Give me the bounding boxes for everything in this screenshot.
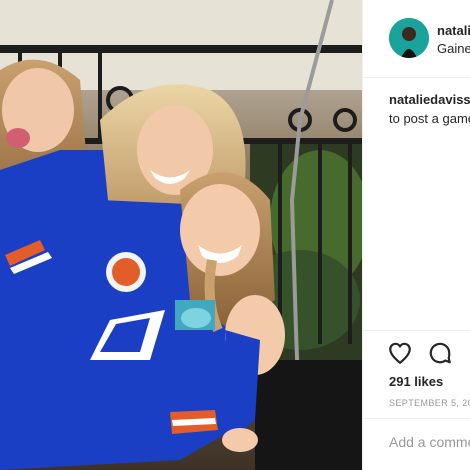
account-username[interactable]: nataliedavisss [437, 23, 470, 38]
avatar-image [389, 18, 429, 58]
post-photo[interactable] [0, 0, 362, 470]
actions-divider [363, 330, 470, 331]
post-location[interactable]: Gainesville [437, 41, 470, 56]
caption-text: to post a game [389, 111, 470, 126]
post-caption: nataliedavisss to post a game [389, 90, 470, 128]
profile-avatar[interactable] [389, 18, 429, 58]
caption-username[interactable]: nataliedavisss [389, 90, 470, 109]
post-header: nataliedavisss Gainesville [363, 0, 470, 78]
likes-count[interactable]: 291 likes [389, 374, 443, 389]
post-photo-image [0, 0, 362, 470]
add-comment-input[interactable] [389, 430, 470, 454]
post-side-panel: nataliedavisss Gainesville nataliedaviss… [362, 0, 470, 470]
comment-divider [363, 418, 470, 419]
comment-bubble-icon[interactable] [427, 340, 453, 366]
post-date: SEPTEMBER 5, 2017 [389, 398, 470, 408]
heart-icon[interactable] [387, 340, 413, 366]
